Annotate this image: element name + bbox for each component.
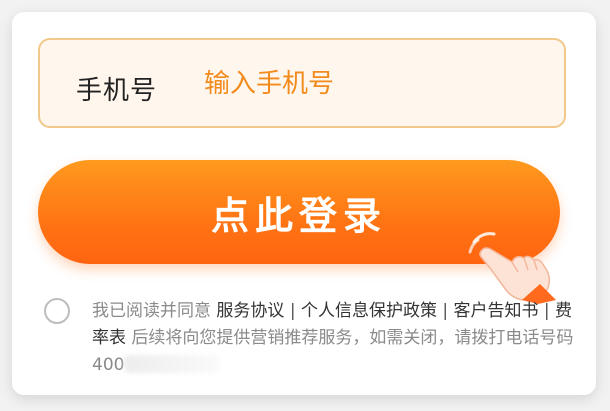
- separator: |: [543, 301, 550, 321]
- login-button-label: 点此登录: [210, 193, 387, 238]
- agreement-prefix: 我已阅读并同意: [92, 301, 211, 321]
- link-customer-notice[interactable]: 客户告知书: [454, 301, 539, 321]
- phone-input[interactable]: [204, 64, 534, 104]
- separator: |: [289, 301, 296, 321]
- login-card: 手机号 点此登录 我已阅读并同意 服务协议 | 个人信息保护政策 | 客户告知书…: [12, 12, 596, 395]
- redacted-phone-mask: [124, 355, 221, 373]
- link-service-agreement[interactable]: 服务协议: [216, 301, 284, 321]
- phone-label: 手机号: [76, 76, 158, 106]
- agree-checkbox[interactable]: [44, 298, 70, 324]
- pointing-hand-icon: [468, 232, 556, 304]
- phone-field-container[interactable]: 手机号: [38, 38, 566, 128]
- link-privacy-policy[interactable]: 个人信息保护政策: [301, 301, 437, 321]
- agreement-text: 我已阅读并同意 服务协议 | 个人信息保护政策 | 客户告知书 | 费率表 后续…: [92, 298, 578, 379]
- separator: |: [442, 301, 449, 321]
